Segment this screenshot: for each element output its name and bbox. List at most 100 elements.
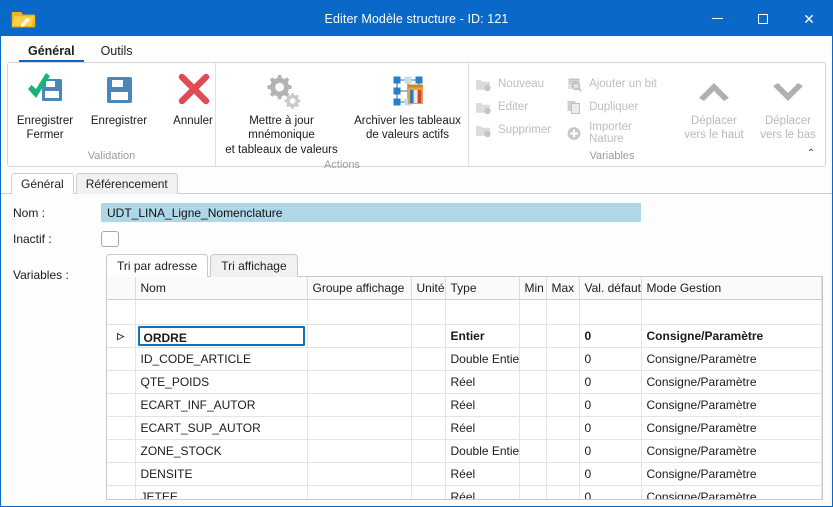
new-row-nom[interactable] <box>135 299 308 325</box>
cell-groupe[interactable] <box>307 347 412 371</box>
table-new-row[interactable] <box>107 299 822 325</box>
column-header-max[interactable]: Max <box>546 277 580 300</box>
save-button[interactable]: Enregistrer <box>82 69 156 130</box>
update-mnemonic-button[interactable]: Mettre à jour mnémonique et tableaux de … <box>217 69 347 159</box>
cell-nom[interactable]: ORDRE <box>135 324 308 348</box>
cell-nom[interactable]: DENSITE <box>135 462 308 486</box>
cell-min[interactable] <box>519 462 547 486</box>
cell-type[interactable]: Réel <box>445 462 520 486</box>
cell-groupe[interactable] <box>307 324 412 348</box>
cell-unite[interactable] <box>411 485 446 499</box>
table-row[interactable]: QTE_POIDS Réel 0 Consigne/Paramètre <box>107 370 822 394</box>
cell-mode[interactable]: Consigne/Paramètre <box>641 370 822 394</box>
column-header-type[interactable]: Type <box>445 277 520 300</box>
cell-unite[interactable] <box>411 393 446 417</box>
ribbon-collapse-button[interactable]: ⌃ <box>800 143 822 163</box>
table-row[interactable]: JETEE Réel 0 Consigne/Paramètre <box>107 485 822 499</box>
cell-val-defaut[interactable]: 0 <box>579 324 642 348</box>
cell-val-defaut[interactable]: 0 <box>579 347 642 371</box>
cell-nom[interactable]: JETEE <box>135 485 308 499</box>
inactif-checkbox[interactable] <box>101 231 119 247</box>
table-row[interactable]: ECART_SUP_AUTOR Réel 0 Consigne/Paramètr… <box>107 416 822 440</box>
cell-max[interactable] <box>546 370 580 394</box>
cell-val-defaut[interactable]: 0 <box>579 393 642 417</box>
cell-unite[interactable] <box>411 439 446 463</box>
cell-min[interactable] <box>519 347 547 371</box>
cell-max[interactable] <box>546 485 580 499</box>
cell-mode[interactable]: Consigne/Paramètre <box>641 416 822 440</box>
nom-cell-editor[interactable]: ORDRE <box>137 326 305 346</box>
close-button[interactable]: ✕ <box>786 1 832 36</box>
cell-val-defaut[interactable]: 0 <box>579 485 642 499</box>
cell-unite[interactable] <box>411 370 446 394</box>
cell-max[interactable] <box>546 462 580 486</box>
cell-type[interactable]: Réel <box>445 370 520 394</box>
cell-groupe[interactable] <box>307 370 412 394</box>
cell-type[interactable]: Réel <box>445 485 520 499</box>
cell-mode[interactable]: Consigne/Paramètre <box>641 462 822 486</box>
cell-max[interactable] <box>546 439 580 463</box>
cell-type[interactable]: Double Entier <box>445 347 520 371</box>
cell-nom[interactable]: ZONE_STOCK <box>135 439 308 463</box>
cell-nom[interactable]: ECART_INF_AUTOR <box>135 393 308 417</box>
column-header-min[interactable]: Min <box>519 277 547 300</box>
cell-unite[interactable] <box>411 462 446 486</box>
form-tab-referencement[interactable]: Référencement <box>75 173 178 194</box>
cell-mode[interactable]: Consigne/Paramètre <box>641 439 822 463</box>
column-header-val-defaut[interactable]: Val. défaut <box>579 277 642 300</box>
cell-unite[interactable] <box>411 324 446 348</box>
cell-type[interactable]: Réel <box>445 393 520 417</box>
minimize-button[interactable] <box>694 1 740 36</box>
edit-variable-button[interactable]: Editer <box>469 96 560 119</box>
cell-max[interactable] <box>546 347 580 371</box>
move-up-button[interactable]: Déplacer vers le haut <box>677 69 751 145</box>
cell-val-defaut[interactable]: 0 <box>579 370 642 394</box>
nom-input[interactable]: UDT_LINA_Ligne_Nomenclature <box>101 203 641 222</box>
table-row[interactable]: ZONE_STOCK Double Entier 0 Consigne/Para… <box>107 439 822 463</box>
grid-tab-tri-affichage[interactable]: Tri affichage <box>210 254 298 277</box>
cell-groupe[interactable] <box>307 416 412 440</box>
cell-mode[interactable]: Consigne/Paramètre <box>641 347 822 371</box>
variables-grid[interactable]: Nom Groupe affichage Unité Type Min Max … <box>106 276 823 500</box>
cell-min[interactable] <box>519 439 547 463</box>
grid-tab-tri-par-adresse[interactable]: Tri par adresse <box>106 254 209 277</box>
cell-type[interactable]: Entier <box>445 324 520 348</box>
cell-mode[interactable]: Consigne/Paramètre <box>641 324 822 348</box>
new-row-mode[interactable] <box>641 299 822 325</box>
cell-min[interactable] <box>519 485 547 499</box>
new-row-min[interactable] <box>519 299 547 325</box>
cell-max[interactable] <box>546 416 580 440</box>
table-row[interactable]: ID_CODE_ARTICLE Double Entier 0 Consigne… <box>107 347 822 371</box>
ribbon-tab-outils[interactable]: Outils <box>88 40 146 62</box>
cell-min[interactable] <box>519 324 547 348</box>
column-header-nom[interactable]: Nom <box>135 277 308 300</box>
duplicate-button[interactable]: Dupliquer <box>560 96 671 119</box>
form-tab-general[interactable]: Général <box>11 173 74 194</box>
cell-min[interactable] <box>519 416 547 440</box>
add-bit-button[interactable]: Ajouter un bit <box>560 73 671 96</box>
cell-min[interactable] <box>519 370 547 394</box>
table-row[interactable]: DENSITE Réel 0 Consigne/Paramètre <box>107 462 822 486</box>
new-row-unite[interactable] <box>411 299 446 325</box>
new-row-type[interactable] <box>445 299 520 325</box>
archive-tables-button[interactable]: Archiver les tableaux de valeurs actifs <box>348 69 468 145</box>
cell-val-defaut[interactable]: 0 <box>579 462 642 486</box>
cell-unite[interactable] <box>411 347 446 371</box>
cell-nom[interactable]: ID_CODE_ARTICLE <box>135 347 308 371</box>
column-header-unite[interactable]: Unité <box>411 277 446 300</box>
cell-mode[interactable]: Consigne/Paramètre <box>641 485 822 499</box>
table-row[interactable]: ECART_INF_AUTOR Réel 0 Consigne/Paramètr… <box>107 393 822 417</box>
cell-unite[interactable] <box>411 416 446 440</box>
column-header-groupe-affichage[interactable]: Groupe affichage <box>307 277 412 300</box>
column-header-indicator[interactable] <box>107 277 136 300</box>
cell-mode[interactable]: Consigne/Paramètre <box>641 393 822 417</box>
save-close-button[interactable]: Enregistrer Fermer <box>8 69 82 145</box>
table-row[interactable]: ▷ ORDRE Entier 0 Consigne/Paramètre <box>107 324 822 348</box>
cell-groupe[interactable] <box>307 393 412 417</box>
import-nature-button[interactable]: Importer Nature <box>560 119 671 148</box>
new-row-max[interactable] <box>546 299 580 325</box>
ribbon-tab-general[interactable]: Général <box>15 40 88 62</box>
new-row-val-defaut[interactable] <box>579 299 642 325</box>
new-row-groupe[interactable] <box>307 299 412 325</box>
cell-val-defaut[interactable]: 0 <box>579 416 642 440</box>
